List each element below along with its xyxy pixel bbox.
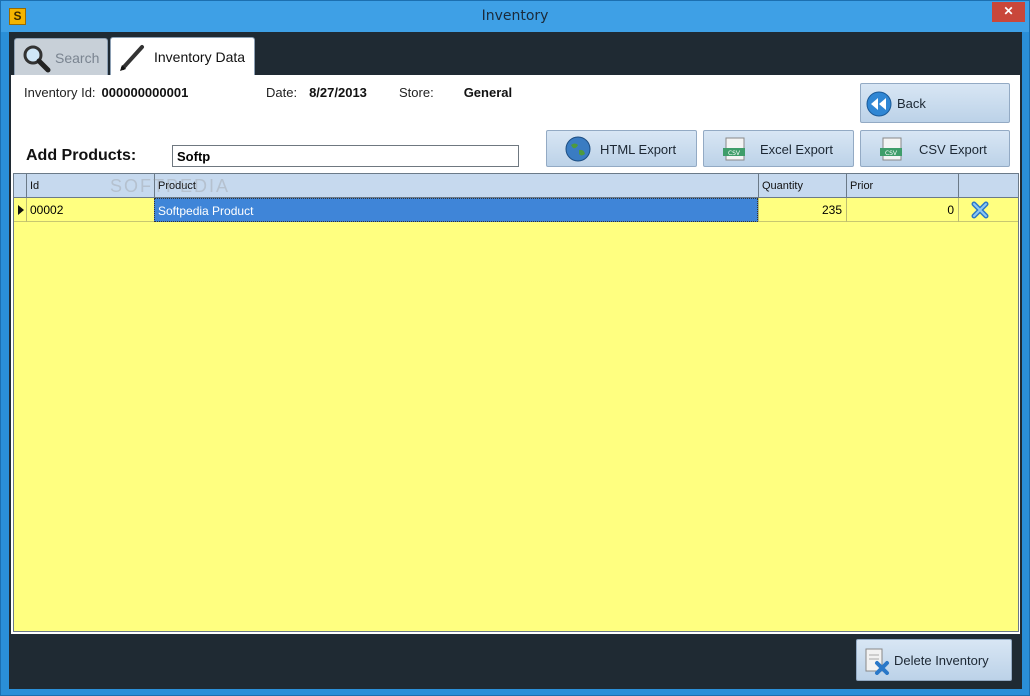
add-products-label: Add Products:: [26, 147, 137, 164]
pencil-icon: [120, 45, 144, 71]
inventory-data-panel: Inventory Id: 000000000001 Date: 8/27/2013…: [11, 75, 1020, 634]
inventory-id-field: Inventory Id: 000000000001: [24, 85, 188, 100]
products-grid[interactable]: Id Product Quantity Prior SOFTPEDIA 0000…: [13, 173, 1019, 632]
store-label: Store:: [399, 85, 434, 100]
date-value: 8/27/2013: [309, 85, 367, 100]
delete-document-icon: [865, 648, 889, 675]
window-title: Inventory: [481, 8, 549, 24]
csv-file-icon: CSV: [880, 137, 902, 161]
rewind-icon: [866, 91, 892, 117]
client-area: Search Inventory Data Inventory Id: 00000…: [9, 32, 1022, 689]
inventory-id-value: 000000000001: [101, 85, 189, 100]
cell-product[interactable]: Softpedia Product: [154, 198, 758, 222]
tab-search-label: Search: [55, 50, 100, 66]
date-field: Date: 8/27/2013: [266, 85, 367, 100]
svg-text:CSV: CSV: [728, 150, 741, 157]
csv-export-button[interactable]: CSV CSV Export: [860, 130, 1010, 167]
cell-quantity[interactable]: 235: [758, 198, 846, 222]
delete-inventory-button[interactable]: Delete Inventory: [856, 639, 1012, 681]
cell-prior[interactable]: 0: [846, 198, 958, 222]
close-button[interactable]: ✕: [992, 2, 1025, 22]
column-header-id[interactable]: Id: [26, 174, 154, 198]
delete-row-icon[interactable]: [971, 201, 989, 219]
title-bar[interactable]: S Inventory ✕: [1, 1, 1029, 32]
delete-inventory-label: Delete Inventory: [894, 653, 989, 668]
app-window: S Inventory ✕ Search Inventory Data Inve…: [0, 0, 1030, 696]
row-selector-arrow-icon: [18, 205, 24, 215]
tab-inventory-data-label: Inventory Data: [154, 49, 246, 65]
magnifier-icon: [23, 45, 51, 73]
table-row[interactable]: 00002 Softpedia Product 235 0: [14, 198, 1018, 222]
cell-actions: [958, 198, 1018, 222]
back-button[interactable]: Back: [860, 83, 1010, 123]
add-products-input[interactable]: [172, 145, 519, 167]
column-header-prior[interactable]: Prior: [846, 174, 958, 198]
store-field: Store: General: [399, 85, 512, 100]
column-header-quantity[interactable]: Quantity: [758, 174, 846, 198]
date-label: Date:: [266, 85, 298, 100]
store-value: General: [463, 85, 513, 100]
csv-export-label: CSV Export: [919, 142, 987, 157]
tab-search[interactable]: Search: [14, 38, 108, 75]
svg-text:CSV: CSV: [885, 150, 898, 157]
excel-export-button[interactable]: CSV Excel Export: [703, 130, 854, 167]
column-header-product[interactable]: Product: [154, 174, 758, 198]
excel-export-label: Excel Export: [760, 142, 833, 157]
html-export-label: HTML Export: [600, 142, 677, 157]
column-header-actions: [958, 174, 1018, 198]
globe-icon: [565, 136, 591, 162]
csv-file-icon: CSV: [723, 137, 745, 161]
grid-header: Id Product Quantity Prior: [14, 174, 1018, 198]
inventory-id-label: Inventory Id:: [24, 85, 96, 100]
html-export-button[interactable]: HTML Export: [546, 130, 697, 167]
tab-inventory-data[interactable]: Inventory Data: [110, 37, 255, 75]
back-button-label: Back: [897, 96, 926, 111]
cell-id[interactable]: 00002: [26, 198, 154, 222]
